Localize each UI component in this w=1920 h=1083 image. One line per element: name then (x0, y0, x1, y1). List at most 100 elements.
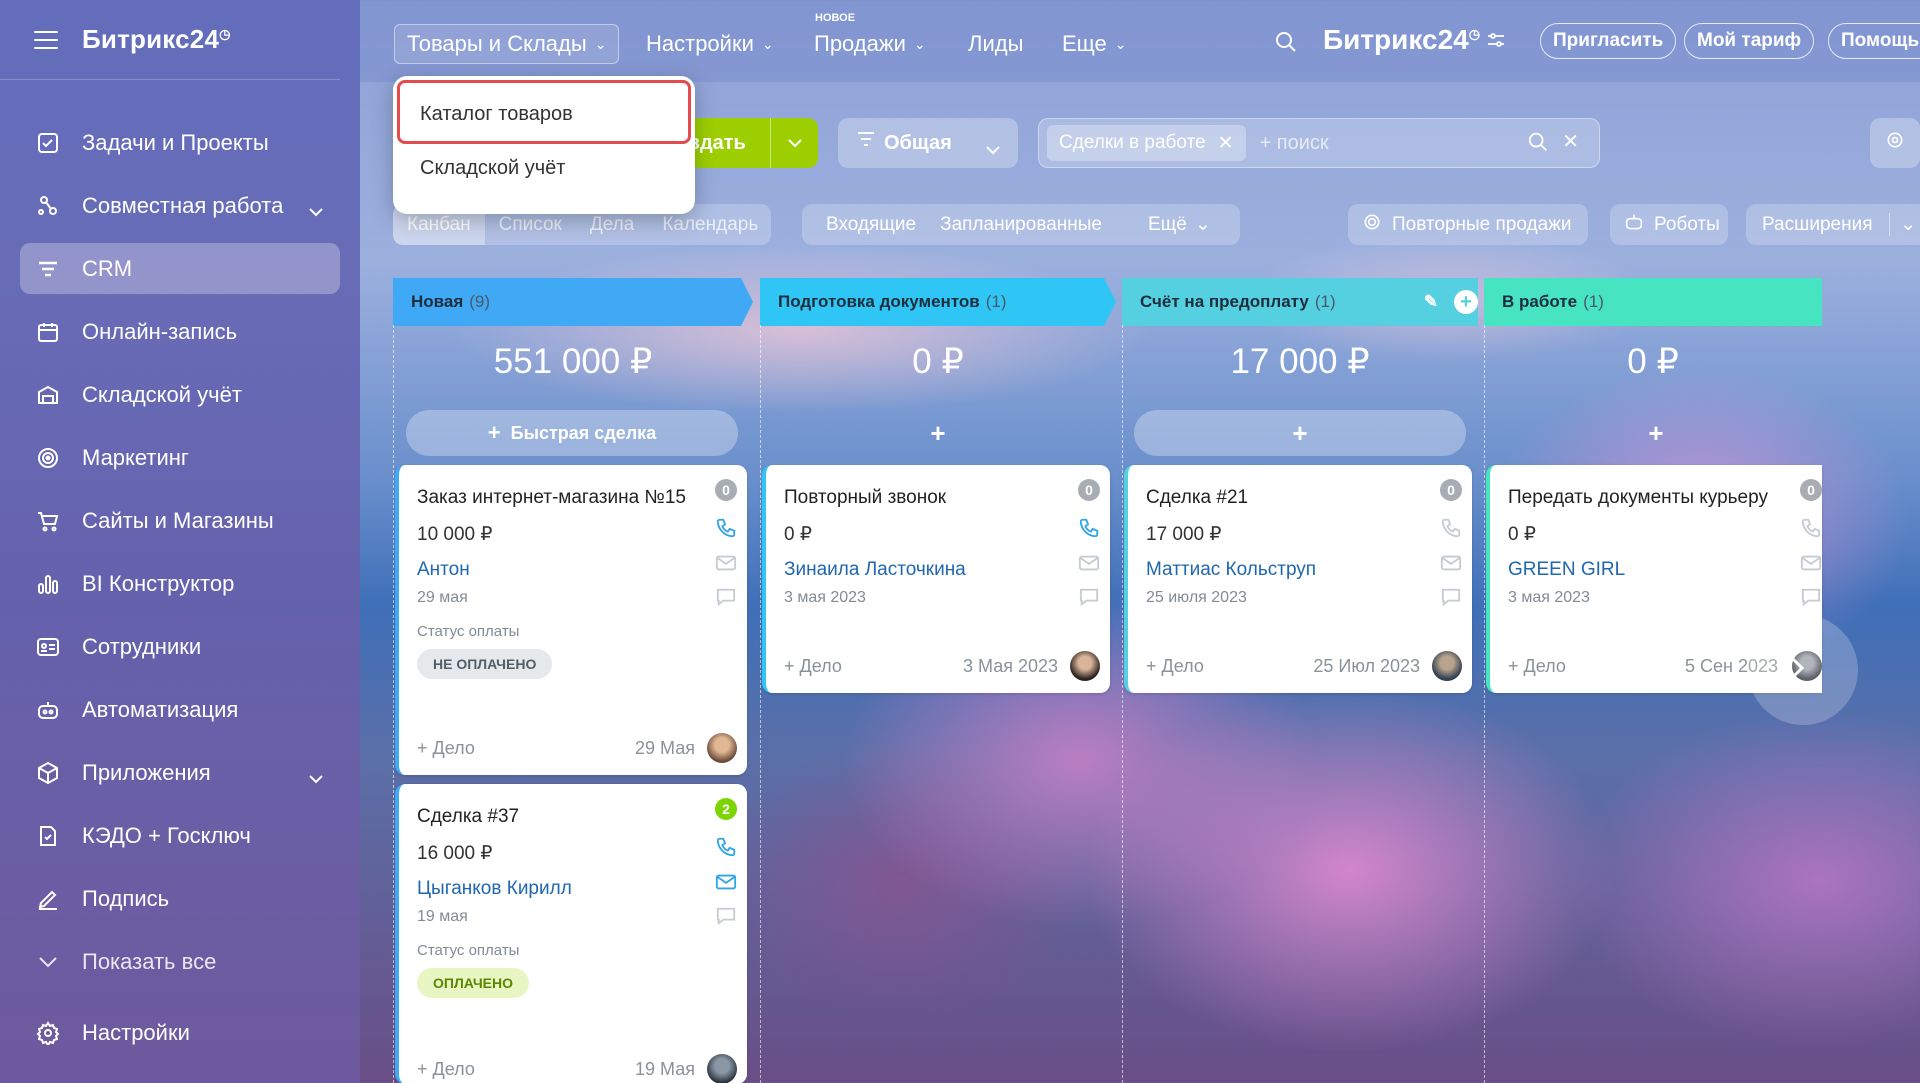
avatar[interactable] (707, 733, 737, 763)
deal-title[interactable]: Передать документы курьеру (1508, 487, 1768, 509)
sidebar-item-collab[interactable]: Совместная работа (20, 180, 340, 231)
menu-goods-warehouses[interactable]: Товары и Склады ⌄ (394, 24, 620, 64)
add-activity-link[interactable]: + Дело (417, 738, 475, 759)
pencil-icon[interactable]: ✎ (1424, 292, 1438, 312)
counter-planned[interactable]: Запланированные (940, 214, 1120, 236)
phone-icon[interactable] (1078, 517, 1100, 544)
chat-icon[interactable] (1078, 587, 1100, 612)
robots-button[interactable]: Роботы (1610, 204, 1728, 245)
avatar[interactable] (707, 1054, 737, 1083)
chat-icon[interactable] (715, 587, 737, 612)
add-activity-link[interactable]: + Дело (417, 1059, 475, 1080)
sidebar-item-show-all[interactable]: Показать все (20, 936, 340, 987)
column-header-inwork[interactable]: В работе (1) (1484, 278, 1822, 326)
chat-icon[interactable] (715, 906, 737, 931)
phone-icon[interactable] (1440, 517, 1462, 544)
deal-card[interactable]: Сделка #21 0 17 000 ₽ Маттиас Кольструп … (1124, 465, 1472, 693)
search-placeholder[interactable]: + поиск (1260, 132, 1329, 155)
sidebar-item-settings[interactable]: Настройки (20, 1007, 340, 1058)
deal-title[interactable]: Повторный звонок (784, 487, 946, 509)
menu-icon[interactable] (34, 30, 58, 49)
quick-add-button[interactable]: + (1496, 410, 1816, 456)
add-activity-link[interactable]: + Дело (1508, 656, 1566, 677)
mail-icon[interactable] (715, 873, 737, 896)
sidebar-item-sites[interactable]: Сайты и Магазины (20, 495, 340, 546)
sidebar-item-sign[interactable]: Подпись (20, 873, 340, 924)
logo[interactable]: Битрикс24◷ (82, 24, 231, 55)
mail-icon[interactable] (1800, 554, 1822, 577)
deal-client[interactable]: Цыганков Кирилл (417, 878, 572, 900)
avatar[interactable] (1432, 651, 1462, 681)
menu-item-warehouse[interactable]: Складской учёт (393, 138, 695, 198)
filter-tag[interactable]: Сделки в работе ✕ (1047, 125, 1246, 161)
sidebar-item-employees[interactable]: Сотрудники (20, 621, 340, 672)
sidebar-item-warehouse[interactable]: Складской учёт (20, 369, 340, 420)
phone-icon[interactable] (715, 836, 737, 863)
tab-activities[interactable]: Дела (576, 214, 648, 236)
sidebar-item-apps[interactable]: Приложения (20, 747, 340, 798)
chat-icon[interactable] (1800, 587, 1822, 612)
phone-icon[interactable] (715, 517, 737, 544)
scroll-right-button[interactable] (1748, 615, 1858, 725)
column-header-invoice[interactable]: Счёт на предоплату (1) ✎ + (1122, 278, 1478, 326)
sidebar-item-kedo[interactable]: КЭДО + Госключ (20, 810, 340, 861)
quick-add-button[interactable]: + (1134, 410, 1466, 456)
help-button[interactable]: Помощь (1828, 23, 1920, 59)
sidebar-item-tasks[interactable]: Задачи и Проекты (20, 117, 340, 168)
deal-title[interactable]: Сделка #21 (1146, 487, 1248, 509)
add-column-icon[interactable]: + (1454, 290, 1478, 314)
deal-title[interactable]: Заказ интернет-магазина №15 (417, 487, 686, 509)
chevron-down-icon[interactable]: ⌄ (1889, 213, 1916, 236)
column-header-docs[interactable]: Подготовка документов (1) (760, 278, 1116, 326)
sidebar-item-crm[interactable]: CRM (20, 243, 340, 294)
chevron-down-icon[interactable] (308, 197, 324, 223)
chat-icon[interactable] (1440, 587, 1462, 612)
extensions-button[interactable]: Расширения ⌄ (1746, 204, 1920, 245)
column-header-new[interactable]: Новая (9) (393, 278, 753, 326)
deal-client[interactable]: GREEN GIRL (1508, 559, 1625, 581)
deal-card[interactable]: Заказ интернет-магазина №15 0 10 000 ₽ А… (395, 465, 747, 775)
mail-icon[interactable] (1440, 554, 1462, 577)
add-activity-link[interactable]: + Дело (784, 656, 842, 677)
menu-sales[interactable]: Продажи ⌄ (814, 24, 926, 64)
pipeline-selector[interactable]: Общая (838, 118, 1018, 168)
add-activity-link[interactable]: + Дело (1146, 656, 1204, 677)
sliders-icon[interactable] (1486, 30, 1506, 55)
search-icon[interactable] (1274, 30, 1298, 59)
mail-icon[interactable] (715, 554, 737, 577)
deal-title[interactable]: Сделка #37 (417, 806, 519, 828)
quick-deal-button[interactable]: + Быстрая сделка (406, 410, 738, 456)
tab-list[interactable]: Список (485, 214, 576, 236)
deal-client[interactable]: Зинаила Ласточкина (784, 559, 966, 581)
counter-more[interactable]: Ещё ⌄ (1120, 213, 1211, 236)
deal-card[interactable]: Сделка #37 2 16 000 ₽ Цыганков Кирилл 19… (395, 784, 747, 1083)
deal-client[interactable]: Маттиас Кольструп (1146, 559, 1316, 581)
search-filter[interactable]: Сделки в работе ✕ + поиск ✕ (1038, 118, 1600, 168)
phone-icon[interactable] (1800, 517, 1822, 544)
avatar[interactable] (1070, 651, 1100, 681)
header-logo[interactable]: Битрикс24◷ (1323, 24, 1480, 56)
tab-calendar[interactable]: Календарь (648, 214, 772, 236)
chevron-down-icon[interactable] (308, 764, 324, 790)
invite-button[interactable]: Пригласить (1540, 23, 1677, 59)
quick-add-button[interactable]: + (772, 410, 1104, 456)
menu-settings[interactable]: Настройки ⌄ (646, 24, 774, 64)
counter-incoming[interactable]: Входящие (802, 214, 940, 236)
sidebar-item-bi[interactable]: BI Конструктор (20, 558, 340, 609)
chevron-down-icon[interactable] (770, 118, 818, 168)
payment-status-badge[interactable]: НЕ ОПЛАЧЕНО (417, 649, 553, 679)
sidebar-item-marketing[interactable]: Маркетинг (20, 432, 340, 483)
sidebar-item-automation[interactable]: Автоматизация (20, 684, 340, 735)
tariff-button[interactable]: Мой тариф (1684, 23, 1815, 59)
settings-button[interactable] (1870, 118, 1920, 168)
menu-more[interactable]: Еще ⌄ (1062, 24, 1127, 64)
search-icon[interactable] (1527, 131, 1549, 159)
close-icon[interactable]: ✕ (1218, 132, 1234, 155)
mail-icon[interactable] (1078, 554, 1100, 577)
payment-status-badge[interactable]: ОПЛАЧЕНО (417, 968, 529, 998)
sidebar-item-booking[interactable]: Онлайн-запись (20, 306, 340, 357)
repeat-sales-button[interactable]: Повторные продажи (1348, 204, 1588, 245)
menu-leads[interactable]: Лиды (968, 24, 1023, 64)
deal-card[interactable]: Повторный звонок 0 0 ₽ Зинаила Ласточкин… (762, 465, 1110, 693)
clear-icon[interactable]: ✕ (1562, 129, 1579, 154)
